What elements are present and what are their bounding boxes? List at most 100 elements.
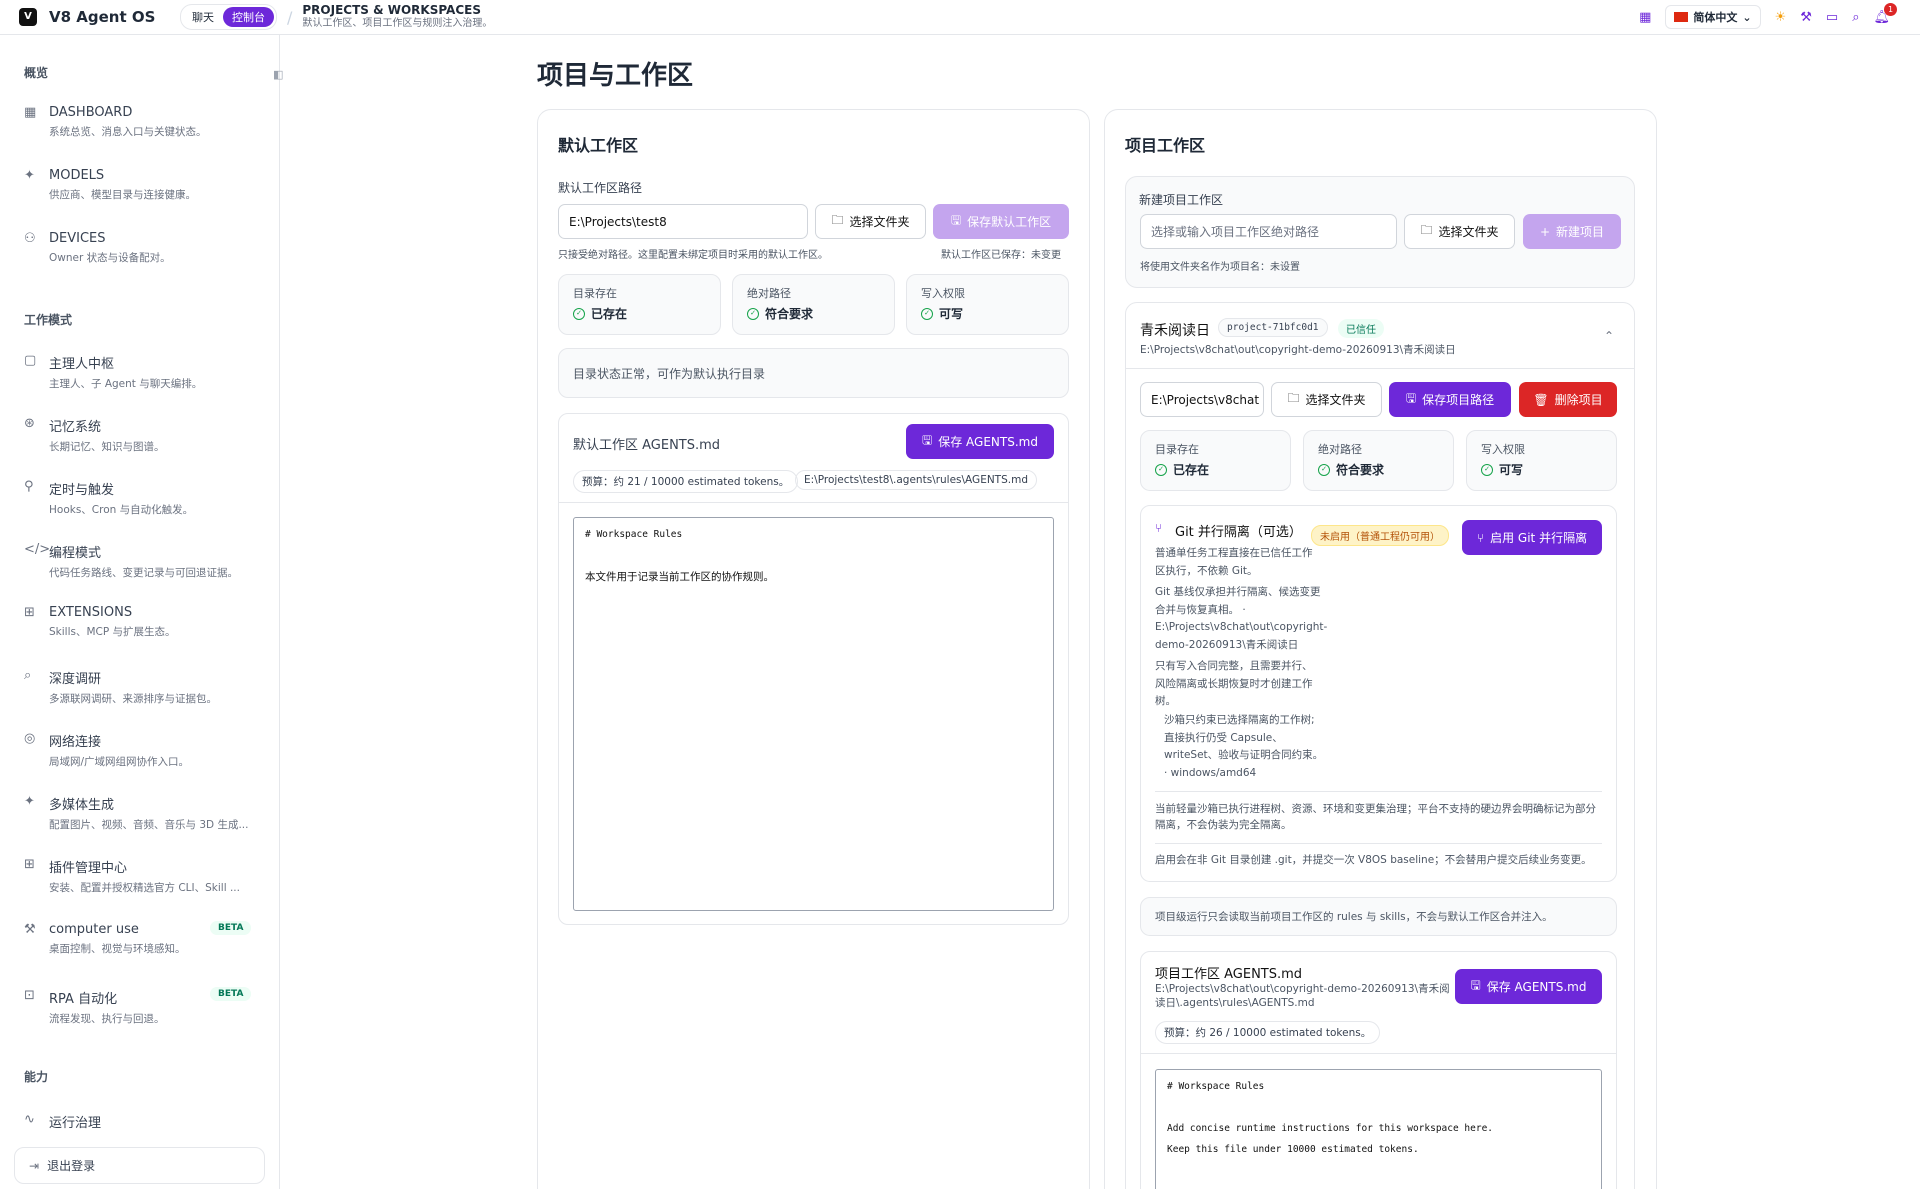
sidebar-item-extensions[interactable]: ⊞ EXTENSIONS Skills、MCP 与扩展生态。 [24,605,264,639]
git-line: 合并与恢复真相。 · [1155,603,1246,616]
save-icon: 🖫 [950,213,962,227]
stat-label: 绝对路径 [1318,443,1362,456]
sidebar-item-dashboard[interactable]: ▦ DASHBOARD 系统总览、消息入口与关键状态。 [24,105,264,139]
git-branch-icon: ⑂ [1476,530,1485,545]
editor-line: # Workspace Rules [1167,1081,1265,1092]
folder-icon: 🗀 [1287,391,1300,405]
sidebar-item-ops[interactable]: ∿ 运行治理 [24,1112,264,1131]
stat-value: 已存在 [1173,463,1210,477]
project-agents-path: E:\Projects\v8chat\out\copyright-demo-20… [1155,982,1450,1010]
sandbox-line: 直接执行仍受 Capsule、 [1164,731,1283,744]
default-agents-path-pill: E:\Projects\test8\.agents\rules\AGENTS.m… [795,470,1037,490]
divider [559,502,1068,503]
page-header: PROJECTS & WORKSPACES 默认工作区、项目工作区与规则注入治理… [302,4,492,30]
sidebar-item-plugins[interactable]: ⊞ 插件管理中心 安装、配置并授权精选官方 CLI、Skill ... [24,857,264,895]
button-label: 选择文件夹 [1305,393,1366,407]
logout-button[interactable]: ⇥ 退出登录 [14,1147,265,1184]
beta-badge: BETA [210,987,252,1001]
sidebar-item-network[interactable]: ◎ 网络连接 局域网/广域网组网协作入口。 [24,731,264,769]
stat-label: 目录存在 [1155,443,1199,456]
git-branch-icon: ⑂ [1155,521,1163,535]
top-bar: V V8 Agent OS 聊天 控制台 / PROJECTS & WORKSP… [0,0,1920,35]
page-header-title: PROJECTS & WORKSPACES [302,2,481,17]
default-agents-editor[interactable]: # Workspace Rules 本文件用于记录当前工作区的协作规则。 [573,517,1054,911]
stat-absolute-path: 绝对路径 ✓ 符合要求 [732,274,895,335]
default-saved-status: 默认工作区已保存：未变更 [941,250,1061,261]
default-choose-folder-button[interactable]: 🗀 选择文件夹 [815,204,926,239]
save-icon: 🖫 [922,433,933,447]
git-line: demo-20260913\青禾阅读日 [1155,638,1299,651]
qr-icon[interactable]: ▦ [1639,10,1651,25]
save-project-agents-button[interactable]: 🖫 保存 AGENTS.md [1455,969,1602,1004]
divider [1141,1053,1616,1054]
sidebar-item-media[interactable]: ✦ 多媒体生成 配置图片、视频、音频、音乐与 3D 生成... [24,794,264,832]
project-path-input[interactable]: E:\Projects\v8chat [1140,382,1264,417]
sidebar-item-principal[interactable]: ▢ 主理人中枢主理人、子 Agent 与聊天编排。 [24,353,264,391]
project-name: 青禾阅读日 [1140,323,1210,339]
folder-icon: 🗀 [831,213,844,227]
language-select[interactable]: 简体中文 ⌄ [1665,5,1761,29]
language-label: 简体中文 [1693,11,1738,24]
enable-git-isolation-button[interactable]: ⑂ 启用 Git 并行隔离 [1462,520,1602,555]
project-choose-folder-button[interactable]: 🗀 选择文件夹 [1271,382,1382,417]
new-project-button[interactable]: + 新建项目 [1523,214,1621,249]
nav-subtitle: 多源联网调研、来源排序与证据包。 [49,693,217,705]
sidebar-item-coding[interactable]: </> 编程模式 代码任务路线、变更记录与可回退证据。 [24,542,264,580]
chevron-up-icon[interactable]: ⌃ [1604,329,1614,343]
button-label: 启用 Git 并行隔离 [1490,531,1588,545]
sidebar-item-memory[interactable]: ⊛ 记忆系统 长期记忆、知识与图谱。 [24,416,264,454]
sparkle-icon: ✦ [24,168,35,183]
default-status-note: 目录状态正常，可作为默认执行目录 [558,348,1069,398]
sidebar-item-computer-use[interactable]: ⚒ computer use 桌面控制、视觉与环境感知。 BETA [24,921,264,956]
button-label: 删除项目 [1554,393,1603,407]
save-project-path-button[interactable]: 🖫 保存项目路径 [1389,382,1511,417]
chat-icon: ▢ [24,353,37,368]
editor-line: # Workspace Rules [585,529,683,540]
project-workspace-title: 项目工作区 [1125,136,1206,155]
nav-subtitle: 主理人、子 Agent 与聊天编排。 [49,378,203,390]
sidebar-item-triggers[interactable]: ⚲ 定时与触发 Hooks、Cron 与自动化触发。 [24,479,264,517]
new-project-path-input[interactable]: 选择或输入项目工作区绝对路径 [1140,214,1397,249]
blocks-icon: ⊞ [24,605,35,620]
button-label: 保存 AGENTS.md [1486,980,1587,994]
sidebar-item-models[interactable]: ✦ MODELS 供应商、模型目录与连接健康。 [24,168,264,202]
save-default-agents-button[interactable]: 🖫 保存 AGENTS.md [906,424,1054,459]
sidebar-collapse-icon[interactable]: ◧ [273,68,283,81]
stat-value: 可写 [1499,463,1524,477]
plus-icon: + [1539,224,1551,239]
sandbox-line: · windows/amd64 [1164,766,1257,779]
new-project-choose-folder-button[interactable]: 🗀 选择文件夹 [1404,214,1515,249]
search-icon[interactable]: ⌕ [1852,10,1859,25]
default-path-input[interactable]: E:\Projects\test8 [558,204,808,239]
nav-title: MODELS [49,168,105,183]
bell-icon[interactable]: 🔔︎ 1 [1873,2,1897,25]
globe-icon: ◎ [24,731,36,746]
nav-subtitle: 配置图片、视频、音频、音乐与 3D 生成... [49,819,249,831]
sidebar-item-devices[interactable]: ⚇ DEVICES Owner 状态与设备配对。 [24,231,264,265]
sun-icon[interactable]: ☀ [1775,10,1787,25]
nav-title: 编程模式 [49,546,102,561]
rules-scope-note: 项目级运行只会读取当前项目工作区的 rules 与 skills，不会与默认工作… [1140,897,1617,936]
nav-title: 网络连接 [49,735,102,750]
grid-icon: ▦ [24,105,37,120]
project-agents-editor[interactable]: # Workspace Rules Add concise runtime in… [1155,1069,1602,1189]
path-line: E:\Projects\v8chat\out\copyright-demo-20… [1155,983,1450,995]
stat-dir-exists: 目录存在 ✓ 已存在 [558,274,721,335]
monitor-icon[interactable]: ▭ [1826,10,1838,25]
notification-badge: 1 [1884,2,1897,16]
sandbox-note: 当前轻量沙箱已执行进程树、资源、环境和变更集治理；平台不支持的硬边界会明确标记为… [1155,801,1596,833]
git-title: Git 并行隔离（可选） [1175,525,1302,540]
nav-title: 多媒体生成 [49,798,115,813]
save-default-workspace-button[interactable]: 🖫 保存默认工作区 [933,204,1069,239]
delete-project-button[interactable]: 🗑 删除项目 [1519,382,1617,417]
button-label: 新建项目 [1556,225,1605,239]
nav-title: 主理人中枢 [49,357,115,372]
mode-console-tab[interactable]: 控制台 [223,7,274,27]
wrench-icon[interactable]: ⚒ [1800,10,1812,25]
sidebar-item-rpa[interactable]: ⊡ RPA 自动化 流程发现、执行与回退。 BETA [24,987,264,1026]
sidebar-item-research[interactable]: ⌕ 深度调研 多源联网调研、来源排序与证据包。 [24,668,264,706]
mode-chat-tab[interactable]: 聊天 [183,7,223,27]
divider [1126,368,1634,369]
button-label: 选择文件夹 [1438,225,1499,239]
page-title: 项目与工作区 [537,61,694,91]
